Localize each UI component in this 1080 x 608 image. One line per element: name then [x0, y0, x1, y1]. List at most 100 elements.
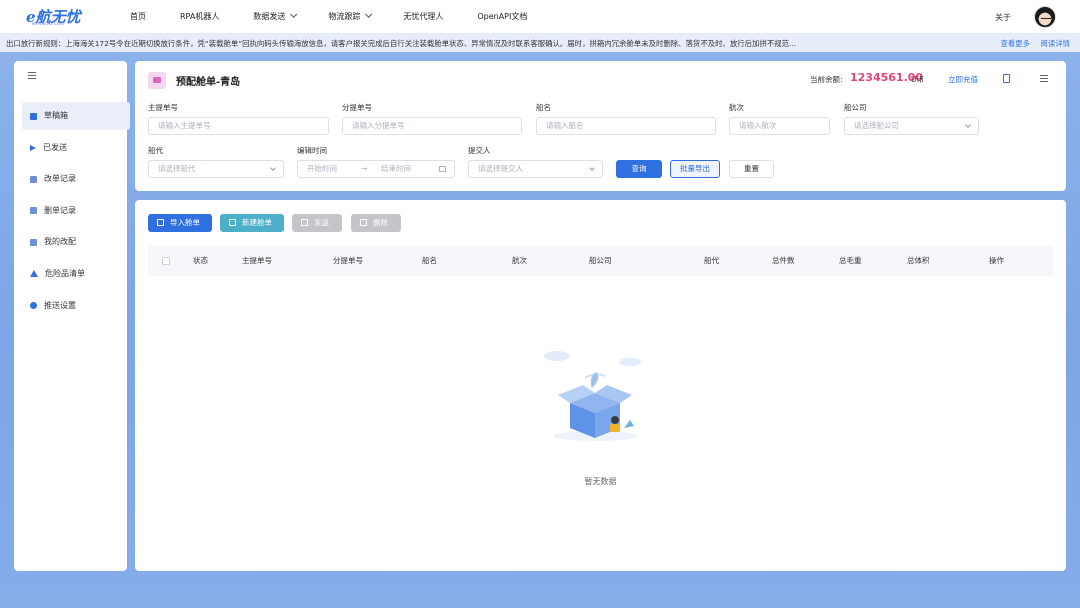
column-header-house-bl[interactable]: 分提单号 — [333, 246, 363, 276]
document-icon[interactable] — [1003, 74, 1010, 83]
draft-icon — [30, 112, 37, 120]
nav-agent[interactable]: 无忧代理人 — [403, 0, 443, 34]
manifest-table-panel: 导入舱单 新建舱单 发送 删除 状态 主提单号 分提单号 船名 航次 船公司 船… — [135, 200, 1066, 571]
column-header-status[interactable]: 状态 — [193, 246, 208, 276]
chevron-down-icon — [965, 122, 971, 128]
nav-home[interactable]: 首页 — [130, 0, 146, 34]
filter-panel: 预配舱单-青岛 当前余额: 1234561.00 U币 立即充值 主提单号 请输… — [135, 61, 1066, 191]
logo-subtext: ehine56.com — [32, 21, 65, 27]
column-header-master-bl[interactable]: 主提单号 — [242, 246, 272, 276]
carrier-placeholder: 请选择船公司 — [854, 121, 899, 130]
nav-agent-label: 无忧代理人 — [403, 12, 444, 21]
agent-placeholder: 请选择船代 — [158, 164, 196, 173]
main-nav: 首页 RPA机器人 数据发送 物流跟踪 无忧代理人 OpenAPI文档 — [130, 0, 561, 34]
column-header-carrier[interactable]: 船公司 — [589, 246, 612, 276]
top-navbar: e航无忧 ehine56.com 首页 RPA机器人 数据发送 物流跟踪 无忧代… — [0, 0, 1080, 34]
carrier-select[interactable]: 请选择船公司 — [844, 117, 979, 135]
edit-record-icon — [30, 175, 37, 183]
table-header: 状态 主提单号 分提单号 船名 航次 船公司 船代 总件数 总毛重 总体积 操作 — [148, 246, 1053, 276]
delete-button[interactable]: 删除 — [351, 214, 401, 232]
manifest-icon — [148, 72, 166, 89]
column-header-total-pieces[interactable]: 总件数 — [772, 246, 795, 276]
query-button[interactable]: 查询 — [616, 160, 662, 178]
house-bl-input[interactable]: 请输入分提单号 — [342, 117, 522, 135]
sidebar-item-label: 推送设置 — [44, 300, 76, 310]
voyage-label: 航次 — [729, 103, 744, 112]
collapse-menu-icon[interactable] — [28, 72, 36, 79]
nav-rpa[interactable]: RPA机器人 — [180, 0, 219, 34]
sidebar-item-drafts[interactable]: 草稿箱 — [22, 102, 130, 130]
page-title: 预配舱单-青岛 — [176, 77, 241, 88]
submitter-select[interactable]: 请选择提交人 — [468, 160, 603, 178]
import-manifest-button[interactable]: 导入舱单 — [148, 214, 212, 232]
notice-text: 出口放行新规则：上海海关172号令在近期切换放行条件，凭“装载舱单”回执向码头传… — [6, 39, 797, 48]
sidebar-list: 草稿箱 已发送 改单记录 删单记录 我的改配 危险品清单 推送设置 — [22, 102, 130, 323]
notice-bar: 出口放行新规则：上海海关172号令在近期切换放行条件，凭“装载舱单”回执向码头传… — [0, 34, 1080, 52]
gear-icon — [30, 302, 37, 310]
edit-time-range[interactable]: 开始时间 → 结束时间 — [297, 160, 455, 178]
nav-rpa-label: RPA机器人 — [180, 12, 220, 21]
house-bl-label: 分提单号 — [342, 103, 372, 112]
trash-icon — [360, 219, 367, 226]
carrier-label: 船公司 — [844, 103, 867, 112]
sidebar-item-my-reassign[interactable]: 我的改配 — [22, 228, 130, 256]
vessel-label: 船名 — [536, 103, 551, 112]
reset-button[interactable]: 重置 — [729, 160, 774, 178]
batch-export-button[interactable]: 批量导出 — [670, 160, 720, 178]
column-header-gross-weight[interactable]: 总毛重 — [839, 246, 862, 276]
empty-box-illustration — [544, 351, 641, 441]
nav-home-label: 首页 — [130, 12, 146, 21]
avatar[interactable] — [1034, 6, 1056, 28]
nav-logistics-tracking[interactable]: 物流跟踪 — [328, 0, 373, 34]
send-icon — [30, 144, 36, 151]
column-header-voyage[interactable]: 航次 — [512, 246, 527, 276]
import-label: 导入舱单 — [170, 218, 200, 227]
sidebar-item-push-settings[interactable]: 推送设置 — [22, 292, 130, 320]
sidebar-item-edit-records[interactable]: 改单记录 — [22, 165, 130, 193]
chevron-down-icon — [270, 165, 276, 171]
chevron-down-icon — [365, 10, 373, 18]
send-button[interactable]: 发送 — [292, 214, 342, 232]
column-header-agent[interactable]: 船代 — [704, 246, 719, 276]
sidebar-item-delete-records[interactable]: 删单记录 — [22, 197, 130, 225]
delete-label: 删除 — [373, 218, 388, 227]
balance-label: 当前余额: — [810, 75, 843, 84]
brand-logo[interactable]: e航无忧 ehine56.com — [26, 6, 81, 28]
master-bl-label: 主提单号 — [148, 103, 178, 112]
notice-links: 查看更多 阅读详情 — [992, 38, 1070, 49]
new-manifest-button[interactable]: 新建舱单 — [220, 214, 284, 232]
calendar-icon — [439, 166, 446, 172]
menu-icon[interactable] — [1040, 75, 1048, 82]
nav-openapi-label: OpenAPI文档 — [477, 12, 528, 21]
nav-logistics-label: 物流跟踪 — [328, 12, 361, 21]
nav-openapi[interactable]: OpenAPI文档 — [477, 0, 527, 34]
voyage-input[interactable]: 请输入航次 — [729, 117, 830, 135]
about-link[interactable]: 关于 — [995, 12, 1011, 23]
column-header-actions: 操作 — [989, 256, 1004, 265]
balance-unit: U币 — [911, 75, 924, 84]
master-bl-input[interactable]: 请输入主提单号 — [148, 117, 329, 135]
sidebar-item-label: 危险品清单 — [45, 268, 85, 278]
import-icon — [157, 219, 164, 226]
view-more-link[interactable]: 查看更多 — [1000, 39, 1030, 48]
sidebar-item-dangerous-goods[interactable]: 危险品清单 — [22, 260, 130, 288]
vessel-input[interactable]: 请输入船名 — [536, 117, 716, 135]
sidebar-item-label: 我的改配 — [44, 237, 76, 247]
column-header-volume[interactable]: 总体积 — [907, 246, 930, 276]
recharge-link[interactable]: 立即充值 — [948, 74, 978, 85]
range-separator: → — [361, 164, 368, 173]
delete-record-icon — [30, 207, 37, 215]
send-label: 发送 — [314, 218, 329, 227]
agent-select[interactable]: 请选择船代 — [148, 160, 284, 178]
edit-time-label: 编辑时间 — [297, 146, 327, 155]
nav-data-send-label: 数据发送 — [253, 12, 286, 21]
select-all-checkbox[interactable] — [162, 257, 170, 265]
add-icon — [229, 219, 236, 226]
sidebar-item-sent[interactable]: 已发送 — [22, 134, 130, 162]
new-label: 新建舱单 — [242, 218, 272, 227]
read-detail-link[interactable]: 阅读详情 — [1040, 39, 1070, 48]
submitter-placeholder: 请选择提交人 — [478, 164, 523, 173]
column-header-vessel[interactable]: 船名 — [422, 246, 437, 276]
range-start-placeholder: 开始时间 — [307, 164, 337, 173]
nav-data-send[interactable]: 数据发送 — [253, 0, 298, 34]
